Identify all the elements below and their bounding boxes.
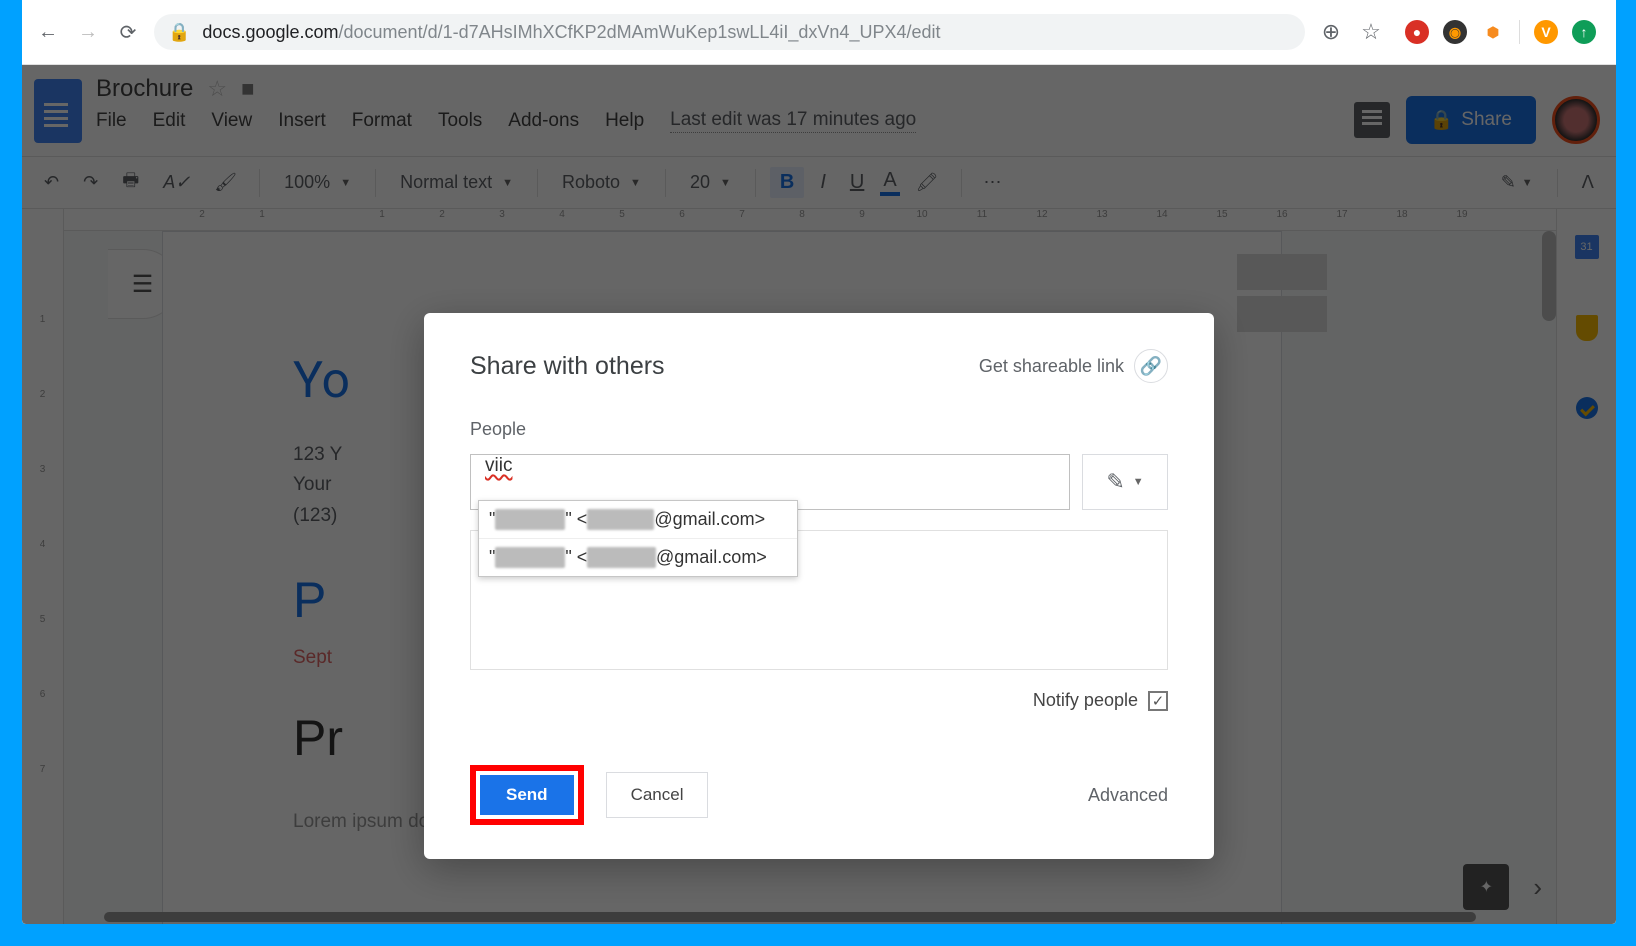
send-button-highlight: Send [470,765,584,825]
people-label: People [470,419,1168,440]
bookmark-star-icon[interactable]: ☆ [1357,18,1385,46]
suggestion-item[interactable]: "wiisterus" <niisterus@gmail.com> [479,501,797,539]
extension-icon-2[interactable]: ◉ [1443,20,1467,44]
modal-overlay: Share with others Get shareable link 🔗 P… [22,65,1616,924]
zoom-icon[interactable]: ⊕ [1317,18,1345,46]
notify-label: Notify people [1033,690,1138,711]
extension-icon-3[interactable]: ⬢ [1481,20,1505,44]
lock-icon: 🔒 [168,22,190,43]
back-button[interactable]: ← [34,18,62,46]
share-dialog: Share with others Get shareable link 🔗 P… [424,313,1214,859]
reload-button[interactable]: ⟳ [114,18,142,46]
cancel-button[interactable]: Cancel [606,772,709,818]
contact-suggestions: "wiisterus" <niisterus@gmail.com> "wiist… [478,500,798,577]
url-host: docs.google.com [202,22,338,42]
browser-toolbar: ← → ⟳ 🔒 docs.google.com/document/d/1-d7A… [22,0,1616,65]
url-path: /document/d/1-d7AHsIMhXCfKP2dMAmWuKep1sw… [339,22,941,42]
google-docs-app: Brochure ☆ ■ File Edit View Insert Forma… [22,65,1616,924]
update-icon[interactable]: ↑ [1572,20,1596,44]
dialog-title: Share with others [470,352,665,381]
profile-avatar[interactable]: V [1534,20,1558,44]
forward-button[interactable]: → [74,18,102,46]
extension-icon-1[interactable]: ● [1405,20,1429,44]
permission-dropdown[interactable]: ✎ ▼ [1082,454,1168,510]
notify-checkbox[interactable]: ✓ [1148,691,1168,711]
get-shareable-link[interactable]: Get shareable link 🔗 [979,349,1168,383]
send-button[interactable]: Send [480,775,574,815]
browser-window: ← → ⟳ 🔒 docs.google.com/document/d/1-d7A… [22,0,1616,924]
url-bar[interactable]: 🔒 docs.google.com/document/d/1-d7AHsIMhX… [154,14,1305,50]
suggestion-item[interactable]: "wiistorus" <Viistoras@gmail.com> [479,539,797,576]
advanced-link[interactable]: Advanced [1088,785,1168,806]
link-icon: 🔗 [1134,349,1168,383]
extension-icons: ● ◉ ⬢ V ↑ [1397,20,1604,44]
